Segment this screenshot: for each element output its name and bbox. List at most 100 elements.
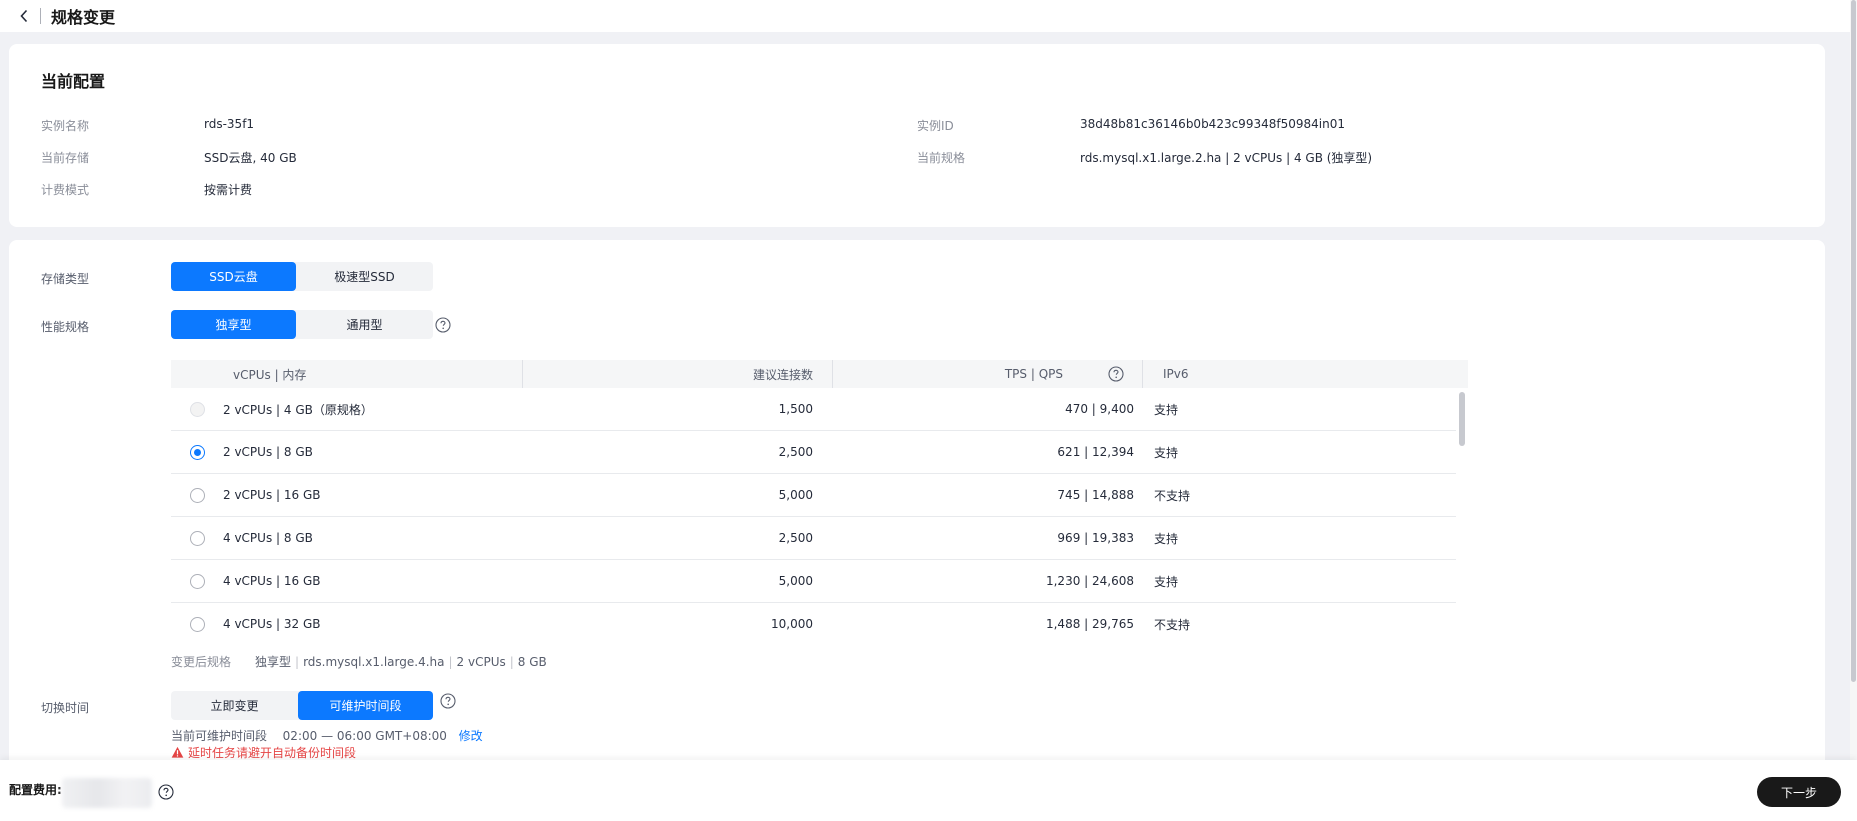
spec-table-header: vCPUs | 内存 建议连接数 TPS | QPS IPv6 [171,360,1468,388]
instance-name-label: 实例名称 [41,119,90,133]
spec-radio[interactable] [190,574,205,589]
spec-row[interactable]: 4 vCPUs | 32 GB 10,000 1,488 | 29,765 不支持 [171,603,1456,644]
after-change-spec: 变更后规格 独享型 | rds.mysql.x1.large.4.ha | 2 … [171,653,547,670]
tps-qps-cell: 1,230 | 24,608 [1045,574,1134,588]
change-form-card: 存储类型 SSD云盘 极速型SSD 性能规格 独享型 通用型 vCPUs | 内… [9,240,1825,760]
spec-cell: 4 vCPUs | 8 GB [223,531,313,545]
performance-type-selector: 独享型 通用型 [171,310,433,339]
instance-id-label: 实例ID [917,119,954,133]
chevron-left-icon [20,9,28,23]
spec-radio[interactable] [190,488,205,503]
maintenance-window-label: 当前可维护时间段 [171,729,268,743]
after-spec-mem: 8 GB [517,654,547,669]
table-scrollbar[interactable] [1456,388,1468,644]
storage-option-ssd[interactable]: SSD云盘 [171,262,296,291]
spec-radio[interactable] [190,531,205,546]
storage-option-extreme-ssd[interactable]: 极速型SSD [296,262,433,291]
header-divider [40,8,41,24]
page-scrollbar[interactable] [1850,0,1857,760]
perf-option-general[interactable]: 通用型 [296,310,433,339]
connections-cell: 2,500 [778,531,813,545]
col-separator [1142,360,1143,388]
tps-qps-cell: 621 | 12,394 [1057,445,1134,459]
delay-task-warning: 延时任务请避开自动备份时间段 [171,744,356,760]
footer-bar: 配置费用: 下一步 [0,760,1857,821]
spec-cell: 4 vCPUs | 16 GB [223,574,321,588]
next-step-button[interactable]: 下一步 [1757,777,1841,807]
spec-radio[interactable] [190,617,205,632]
maintenance-window-info: 当前可维护时间段 02:00 — 06:00 GMT+08:00 修改 [171,727,483,744]
spec-table-body: 2 vCPUs | 4 GB（原规格） 1,500 470 | 9,400 支持 2 v… [171,388,1468,644]
help-circle-icon[interactable] [1108,366,1124,382]
after-spec-flavor: rds.mysql.x1.large.4.ha [303,654,445,669]
after-spec-cpu: 2 vCPUs [456,654,506,669]
col-header-connections: 建议连接数 [752,367,813,382]
switch-time-selector: 立即变更 可维护时间段 [171,691,433,720]
spec-row[interactable]: 2 vCPUs | 4 GB（原规格） 1,500 470 | 9,400 支持 [171,388,1456,431]
ipv6-cell: 不支持 [1154,617,1191,632]
spec-table: vCPUs | 内存 建议连接数 TPS | QPS IPv6 2 vCPUs … [171,360,1468,644]
spec-row[interactable]: 2 vCPUs | 16 GB 5,000 745 | 14,888 不支持 [171,474,1456,517]
config-fee-label: 配置费用: [9,783,62,797]
performance-spec-label: 性能规格 [41,320,90,334]
after-spec-pipe: | [448,654,453,669]
connections-cell: 2,500 [778,445,813,459]
ipv6-cell: 支持 [1154,531,1179,546]
config-fee-value-blurred [62,778,152,808]
col-header-spec: vCPUs | 内存 [233,367,307,382]
col-header-tps-qps: TPS | QPS [1004,367,1063,381]
ipv6-cell: 支持 [1154,574,1179,589]
storage-type-label: 存储类型 [41,272,90,286]
billing-mode-label: 计费模式 [41,183,90,197]
spec-cell: 4 vCPUs | 32 GB [223,617,321,631]
table-scrollbar-thumb[interactable] [1459,392,1465,446]
connections-cell: 10,000 [771,617,813,631]
spec-radio[interactable] [190,445,205,460]
current-config-title: 当前配置 [41,72,106,91]
switch-option-maintenance-window[interactable]: 可维护时间段 [298,691,433,720]
spec-cell: 2 vCPUs | 16 GB [223,488,321,502]
spec-row[interactable]: 4 vCPUs | 8 GB 2,500 969 | 19,383 支持 [171,517,1456,560]
spec-radio [190,402,205,417]
perf-option-dedicated[interactable]: 独享型 [171,310,296,339]
ipv6-cell: 支持 [1154,445,1179,460]
help-circle-icon[interactable] [158,784,174,800]
col-header-ipv6: IPv6 [1163,367,1189,381]
maintenance-window-value: 02:00 — 06:00 GMT+08:00 [282,729,447,743]
page-title: 规格变更 [51,8,116,27]
warning-triangle-icon [171,746,184,758]
current-storage-value: SSD云盘, 40 GB [204,151,297,165]
after-spec-pipe: | [509,654,514,669]
after-spec-pipe: | [295,654,300,669]
page: 规格变更 当前配置 实例名称 rds-35f1 当前存储 SSD云盘, 40 G… [0,0,1857,821]
switch-option-immediate[interactable]: 立即变更 [171,691,298,720]
delay-task-warning-text: 延时任务请避开自动备份时间段 [188,745,357,760]
help-circle-icon[interactable] [440,693,456,709]
current-config-card: 当前配置 实例名称 rds-35f1 当前存储 SSD云盘, 40 GB 计费模… [9,44,1825,227]
spec-row[interactable]: 4 vCPUs | 16 GB 5,000 1,230 | 24,608 支持 [171,560,1456,603]
tps-qps-cell: 745 | 14,888 [1057,488,1134,502]
help-circle-icon[interactable] [435,317,451,333]
tps-qps-cell: 1,488 | 29,765 [1045,617,1134,631]
current-flavor-label: 当前规格 [917,151,966,165]
tps-qps-cell: 470 | 9,400 [1065,402,1134,416]
instance-name-value: rds-35f1 [204,117,255,131]
edit-maintenance-link[interactable]: 修改 [459,729,483,743]
back-button[interactable] [14,6,34,26]
after-spec-label: 变更后规格 [171,655,232,669]
ipv6-cell: 支持 [1154,402,1179,417]
current-flavor-value: rds.mysql.x1.large.2.ha | 2 vCPUs | 4 GB… [1080,151,1373,165]
page-header: 规格变更 [0,0,1857,32]
after-spec-type: 独享型 [255,655,292,669]
tps-qps-cell: 969 | 19,383 [1057,531,1134,545]
spec-cell: 2 vCPUs | 4 GB（原规格） [223,402,373,417]
billing-mode-value: 按需计费 [204,183,253,197]
spec-row[interactable]: 2 vCPUs | 8 GB 2,500 621 | 12,394 支持 [171,431,1456,474]
storage-type-selector: SSD云盘 极速型SSD [171,262,433,291]
connections-cell: 5,000 [778,574,813,588]
spec-cell: 2 vCPUs | 8 GB [223,445,313,459]
switch-time-label: 切换时间 [41,701,90,715]
page-scrollbar-thumb[interactable] [1851,0,1856,682]
connections-cell: 1,500 [778,402,813,416]
connections-cell: 5,000 [778,488,813,502]
